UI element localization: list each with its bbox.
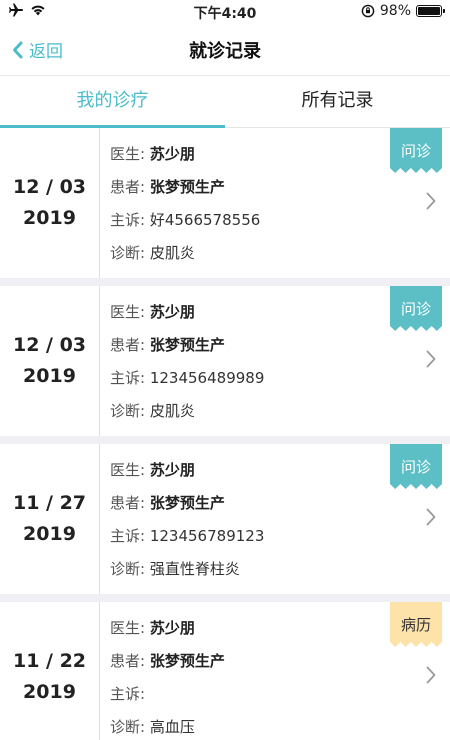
orientation-lock-icon: [361, 4, 375, 18]
doctor-label: 医生:: [110, 461, 146, 479]
patient-label: 患者:: [110, 336, 146, 354]
patient-name: 张梦预生产: [149, 336, 225, 354]
record-date-monthday: 11 / 22: [12, 650, 87, 672]
complaint-label: 主诉:: [110, 369, 146, 387]
complaint-value: 123456489989: [149, 369, 265, 387]
tab-bar: 我的诊疗 所有记录: [0, 76, 450, 128]
record-type-badge: 问诊: [390, 128, 442, 178]
chevron-right-icon: [426, 350, 436, 368]
complaint-label: 主诉:: [110, 211, 146, 229]
status-bar: 下午4:40 98%: [0, 0, 450, 24]
patient-name: 张梦预生产: [149, 652, 225, 670]
complaint-label: 主诉:: [110, 527, 146, 545]
status-right: 98%: [361, 3, 445, 19]
battery-level: [418, 7, 440, 15]
diagnosis-row: 诊断: 皮肌炎: [110, 237, 450, 270]
complaint-row: 主诉: 123456489989: [110, 362, 450, 395]
patient-label: 患者:: [110, 652, 146, 670]
record-date-year: 2019: [23, 207, 76, 229]
diagnosis-label: 诊断:: [110, 718, 146, 736]
record-date: 11 / 27 2019: [0, 444, 100, 594]
doctor-name: 苏少朋: [149, 303, 195, 321]
record-list: 12 / 03 2019 医生: 苏少朋 患者: 张梦预生产 主诉: 好4566…: [0, 128, 450, 740]
battery-percent: 98%: [379, 3, 411, 19]
record-date: 11 / 22 2019: [0, 602, 100, 740]
record-divider: [0, 594, 450, 602]
record-type-label: 病历: [400, 616, 431, 634]
diagnosis-label: 诊断:: [110, 244, 146, 262]
complaint-label: 主诉:: [110, 685, 146, 703]
diagnosis-row: 诊断: 皮肌炎: [110, 395, 450, 428]
record-type-badge: 病历: [390, 602, 442, 652]
tab-all-records[interactable]: 所有记录: [225, 76, 450, 127]
page-title: 就诊记录: [189, 41, 261, 62]
record-type-label: 问诊: [400, 458, 431, 476]
complaint-value: 好4566578556: [149, 211, 261, 229]
doctor-name: 苏少朋: [149, 461, 195, 479]
doctor-name: 苏少朋: [149, 619, 195, 637]
record-divider: [0, 436, 450, 444]
record-card[interactable]: 12 / 03 2019 医生: 苏少朋 患者: 张梦预生产 主诉: 好4566…: [0, 128, 450, 278]
nav-bar: 返回 就诊记录: [0, 24, 450, 76]
diagnosis-label: 诊断:: [110, 560, 146, 578]
patient-name: 张梦预生产: [149, 494, 225, 512]
diagnosis-value: 皮肌炎: [149, 244, 195, 262]
record-date-year: 2019: [23, 681, 76, 703]
patient-label: 患者:: [110, 178, 146, 196]
diagnosis-row: 诊断: 高血压: [110, 711, 450, 740]
patient-label: 患者:: [110, 494, 146, 512]
record-type-label: 问诊: [400, 142, 431, 160]
record-card[interactable]: 12 / 03 2019 医生: 苏少朋 患者: 张梦预生产 主诉: 12345…: [0, 286, 450, 436]
record-card[interactable]: 11 / 22 2019 医生: 苏少朋 患者: 张梦预生产 主诉: 诊断: 高…: [0, 602, 450, 740]
doctor-label: 医生:: [110, 303, 146, 321]
tab-my-treatment[interactable]: 我的诊疗: [0, 76, 225, 128]
patient-name: 张梦预生产: [149, 178, 225, 196]
chevron-right-icon: [426, 666, 436, 684]
complaint-row: 主诉: 123456789123: [110, 520, 450, 553]
complaint-row: 主诉: 好4566578556: [110, 204, 450, 237]
doctor-name: 苏少朋: [149, 145, 195, 163]
complaint-row: 主诉:: [110, 678, 450, 711]
doctor-label: 医生:: [110, 619, 146, 637]
record-date: 12 / 03 2019: [0, 286, 100, 436]
diagnosis-value: 强直性脊柱炎: [149, 560, 240, 578]
record-type-badge: 问诊: [390, 286, 442, 336]
diagnosis-label: 诊断:: [110, 402, 146, 420]
diagnosis-value: 皮肌炎: [149, 402, 195, 420]
record-type-badge: 问诊: [390, 444, 442, 494]
record-divider: [0, 278, 450, 286]
battery-icon: [416, 5, 445, 17]
record-date-monthday: 11 / 27: [12, 492, 87, 514]
record-type-label: 问诊: [400, 300, 431, 318]
record-card[interactable]: 11 / 27 2019 医生: 苏少朋 患者: 张梦预生产 主诉: 12345…: [0, 444, 450, 594]
diagnosis-row: 诊断: 强直性脊柱炎: [110, 553, 450, 586]
record-date-year: 2019: [23, 365, 76, 387]
record-date-monthday: 12 / 03: [12, 334, 87, 356]
doctor-label: 医生:: [110, 145, 146, 163]
chevron-right-icon: [426, 192, 436, 210]
diagnosis-value: 高血压: [149, 718, 195, 736]
record-date-year: 2019: [23, 523, 76, 545]
complaint-value: 123456789123: [149, 527, 265, 545]
record-date-monthday: 12 / 03: [12, 176, 87, 198]
record-date: 12 / 03 2019: [0, 128, 100, 278]
chevron-right-icon: [426, 508, 436, 526]
